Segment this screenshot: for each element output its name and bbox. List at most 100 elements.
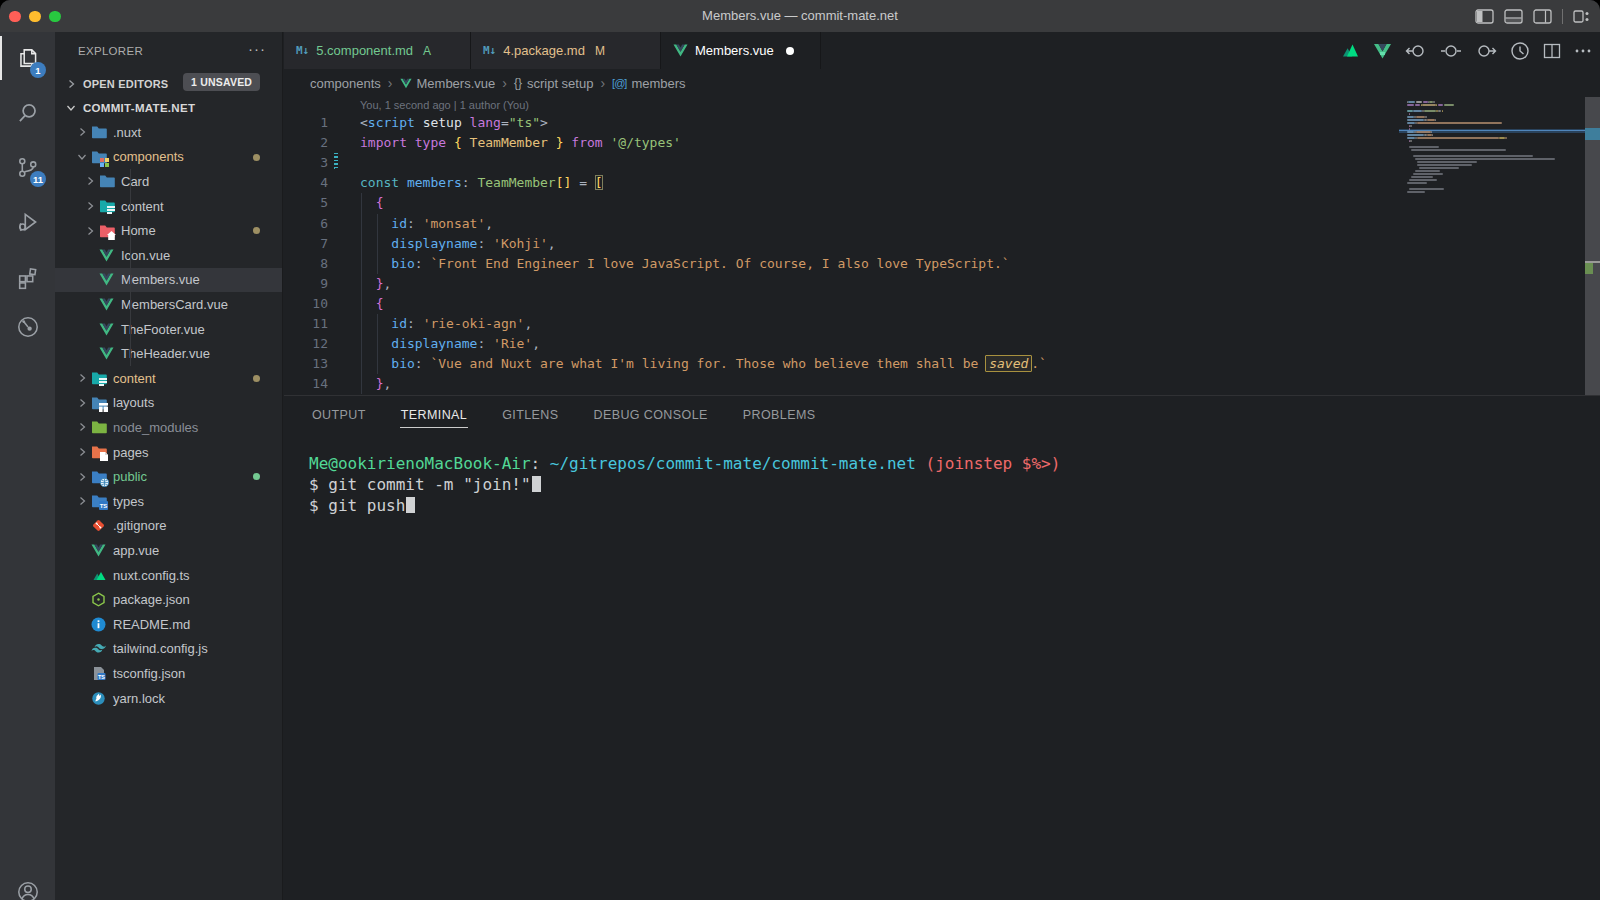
panel-tab-terminal[interactable]: TERMINAL [400,404,468,428]
code-line-7[interactable]: 7 displayname: 'Kohji', [284,234,1584,254]
git-icon [90,518,107,534]
tree-item-icon-vue[interactable]: Icon.vue [55,243,282,268]
explorer-more-actions-icon[interactable]: ··· [248,40,266,57]
activity-account-icon[interactable] [0,867,55,900]
activity-gitlens-icon[interactable] [0,302,55,352]
code-line-11[interactable]: 11 id: 'rie-oki-agn', [284,314,1584,334]
tab-members-vue[interactable]: Members.vue [661,32,821,69]
code-line-14[interactable]: 14 }, [284,374,1584,394]
toggle-secondary-sidebar-icon[interactable] [1533,9,1552,24]
tree-item-content[interactable]: content [55,366,282,391]
gutter-modified-indicator [334,153,338,170]
volar-icon[interactable] [1373,43,1392,59]
nuxt-icon[interactable] [1339,43,1360,58]
tree-item-label: pages [113,445,148,460]
tree-item-content[interactable]: content [55,194,282,219]
tree-item-package-json[interactable]: package.json [55,587,282,612]
tab-4-package-md[interactable]: M↓4.package.mdM [471,32,661,69]
toggle-panel-icon[interactable] [1504,9,1523,24]
breadcrumb-item-members-vue[interactable]: Members.vue [400,76,496,91]
tree-item-pages[interactable]: pages [55,440,282,465]
breadcrumb-separator: › [502,75,507,91]
titlebar-separator [1562,9,1563,24]
chevron-down-icon [74,152,90,162]
code-line-4[interactable]: 4const members: TeamMember[] = [ [284,173,1584,193]
panel-tab-debug-console[interactable]: DEBUG CONSOLE [593,404,709,428]
tree-item-tsconfig-json[interactable]: TStsconfig.json [55,661,282,686]
breadcrumb-item-script-setup[interactable]: {}script setup [514,76,594,91]
breadcrumb-item-members[interactable]: [@]members [612,76,685,91]
tree-item--nuxt[interactable]: .nuxt [55,120,282,145]
tree-item-home[interactable]: Home [55,218,282,243]
terminal-line-2: $ git commit -m "join!" [309,474,1590,495]
nav-out-icon[interactable] [1440,42,1462,60]
tree-item-label: tsconfig.json [113,666,185,681]
activity-extensions-icon[interactable] [0,252,55,302]
tree-item--gitignore[interactable]: .gitignore [55,514,282,539]
explorer-badge: 1 [30,62,46,78]
code-line-9[interactable]: 9 }, [284,274,1584,294]
tree-item-yarn-lock[interactable]: yarn.lock [55,686,282,711]
unsaved-badge: 1 UNSAVED [183,73,260,91]
tailwind-icon [90,641,107,657]
activity-run-debug-icon[interactable] [0,197,55,247]
tree-item-types[interactable]: TStypes [55,489,282,514]
tree-item-nuxt-config-ts[interactable]: nuxt.config.ts [55,563,282,588]
dirty-indicator[interactable] [786,47,794,55]
editor-scrollbar[interactable] [1585,97,1600,395]
chevron-right-icon [74,373,90,383]
folder-public-icon [90,469,107,485]
tree-item-label: app.vue [113,543,159,558]
tab-5-component-md[interactable]: M↓5.component.mdA [284,32,471,69]
toggle-primary-sidebar-icon[interactable] [1475,9,1494,24]
code-line-5[interactable]: 5 { [284,193,1584,213]
nav-forward-icon[interactable] [1475,42,1497,60]
code-line-8[interactable]: 8 bio: `Front End Engineer I love JavaSc… [284,254,1584,274]
panel-tab-gitlens[interactable]: GITLENS [501,404,559,428]
vue-icon [98,321,115,337]
tree-item-app-vue[interactable]: app.vue [55,538,282,563]
open-editors-section[interactable]: OPEN EDITORS 1 UNSAVED [55,72,282,96]
nav-back-icon[interactable] [1405,42,1427,60]
code-editor[interactable]: You, 1 second ago | 1 author (You) 1<scr… [284,97,1600,395]
more-icon[interactable] [1574,42,1592,60]
tree-item-components[interactable]: components [55,145,282,170]
customize-layout-icon[interactable] [1573,9,1590,24]
code-line-13[interactable]: 13 bio: `Vue and Nuxt are what I'm livin… [284,354,1584,374]
tree-item-public[interactable]: public [55,464,282,489]
timeline-icon[interactable] [1510,41,1530,61]
terminal[interactable]: Me@ookirienoMacBook-Air: ~/gitrepos/comm… [309,453,1590,516]
code-line-3[interactable]: 3 [284,153,1584,173]
tree-item-tailwind-config-js[interactable]: tailwind.config.js [55,637,282,662]
chevron-right-icon [74,447,90,457]
git-blame-annotation: You, 1 second ago | 1 author (You) [360,97,529,113]
tree-item-memberscard-vue[interactable]: MembersCard.vue [55,292,282,317]
activity-explorer-icon[interactable]: 1 [0,33,55,83]
tree-item-members-vue[interactable]: Members.vue [55,268,282,293]
panel-tab-problems[interactable]: PROBLEMS [742,404,817,428]
activity-source-control-icon[interactable]: 11 [0,142,55,192]
minimap[interactable] [1399,99,1585,395]
tree-item-card[interactable]: Card [55,169,282,194]
sidebar-title: EXPLORER [78,45,143,57]
git-status-letter: A [423,44,431,58]
breadcrumb-item-components[interactable]: components [310,76,381,91]
activity-search-icon[interactable] [0,88,55,138]
code-line-10[interactable]: 10 { [284,294,1584,314]
tree-item-thefooter-vue[interactable]: TheFooter.vue [55,317,282,342]
code-line-2[interactable]: 2import type { TeamMember } from '@/type… [284,133,1584,153]
tree-item-layouts[interactable]: layouts [55,391,282,416]
tree-item-node-modules[interactable]: node_modules [55,415,282,440]
tree-item-theheader-vue[interactable]: TheHeader.vue [55,341,282,366]
tree-item-readme-md[interactable]: README.md [55,612,282,637]
tree-item-label: MembersCard.vue [121,297,228,312]
explorer-sidebar: EXPLORER ··· OPEN EDITORS 1 UNSAVED COMM… [55,32,283,900]
tree-item-label: public [113,469,147,484]
code-line-6[interactable]: 6 id: 'monsat', [284,214,1584,234]
split-editor-icon[interactable] [1543,42,1561,60]
vue-icon [98,346,115,362]
project-root-section[interactable]: COMMIT-MATE.NET [55,96,282,120]
panel-tab-output[interactable]: OUTPUT [311,404,367,428]
code-line-12[interactable]: 12 displayname: 'Rie', [284,334,1584,354]
code-line-1[interactable]: 1<script setup lang="ts"> [284,113,1584,133]
